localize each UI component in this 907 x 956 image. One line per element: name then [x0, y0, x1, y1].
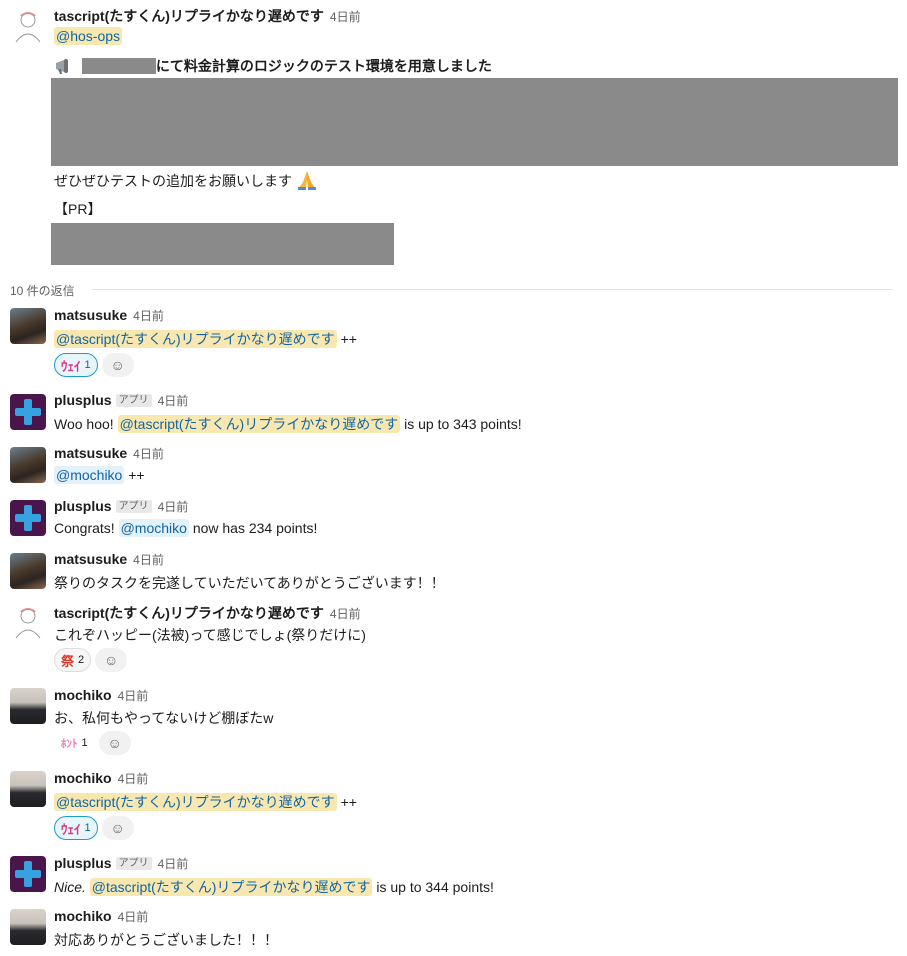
reaction[interactable]: ｳｪｲ 1	[54, 816, 98, 840]
avatar[interactable]	[10, 553, 46, 589]
avatar[interactable]	[10, 8, 46, 44]
add-reaction-button[interactable]: ☺	[101, 353, 134, 377]
message-text: 対応ありがとうございました！！！	[54, 932, 278, 948]
message-text: Woo hoo!	[54, 416, 114, 432]
pray-icon	[296, 170, 318, 190]
user-mention[interactable]: @mochiko	[118, 519, 189, 537]
avatar[interactable]	[10, 394, 46, 430]
timestamp[interactable]: 4日前	[158, 500, 189, 514]
app-badge: アプリ	[115, 394, 152, 407]
timestamp[interactable]: 4日前	[330, 607, 361, 621]
uei-emoji-icon: ｳｪｲ	[61, 821, 81, 837]
timestamp[interactable]: 4日前	[330, 10, 361, 24]
message-text: is up to 344 points!	[376, 879, 494, 895]
reaction-count: 1	[84, 359, 91, 371]
timestamp[interactable]: 4日前	[133, 553, 164, 567]
reaction-count: 1	[81, 737, 88, 749]
user-mention[interactable]: @tascript(たすくん)リプライかなり遅めです	[54, 330, 337, 348]
timestamp[interactable]: 4日前	[118, 910, 149, 924]
reaction[interactable]: ｳｪｲ 1	[54, 353, 98, 377]
plus-icon	[15, 505, 41, 531]
timestamp[interactable]: 4日前	[158, 857, 189, 871]
avatar[interactable]	[10, 308, 46, 344]
author-name[interactable]: mochiko	[54, 908, 112, 924]
request-text: ぜひぜひテストの追加をお願いします	[54, 173, 292, 189]
timestamp[interactable]: 4日前	[133, 447, 164, 461]
message-text: お、私何もやってないけど棚ぼたw	[54, 710, 274, 726]
user-mention[interactable]: @mochiko	[54, 466, 125, 484]
author-name[interactable]: matsusuke	[54, 551, 127, 567]
user-mention[interactable]: @hos-ops	[54, 27, 123, 45]
redacted-block	[81, 58, 156, 74]
redacted-block	[51, 223, 394, 265]
avatar[interactable]	[10, 500, 46, 536]
author-name[interactable]: tascript(たすくん)リプライかなり遅めです	[54, 8, 324, 24]
avatar[interactable]	[10, 771, 46, 807]
author-name[interactable]: plusplus	[54, 855, 112, 871]
message-text: Nice.	[54, 879, 86, 895]
reaction[interactable]: ﾎﾝﾄ 1	[54, 731, 95, 755]
author-name[interactable]: tascript(たすくん)リプライかなり遅めです	[54, 605, 324, 621]
author-name[interactable]: mochiko	[54, 770, 112, 786]
author-name[interactable]: matsusuke	[54, 445, 127, 461]
honto-emoji-icon: ﾎﾝﾄ	[61, 738, 78, 750]
add-emoji-icon: ☺	[110, 357, 125, 373]
divider	[92, 289, 893, 290]
timestamp[interactable]: 4日前	[133, 309, 164, 323]
avatar[interactable]	[10, 909, 46, 945]
redacted-block	[51, 78, 898, 166]
user-mention[interactable]: @tascript(たすくん)リプライかなり遅めです	[89, 878, 373, 896]
message-text: これぞハッピー(法被)って感じでしょ(祭りだけに)	[54, 627, 366, 643]
author-name[interactable]: mochiko	[54, 687, 112, 703]
plus-icon	[15, 861, 41, 887]
heading-text: にて料金計算のロジックのテスト環境を用意しました	[155, 58, 492, 74]
avatar[interactable]	[10, 856, 46, 892]
reaction-count: 2	[78, 654, 85, 666]
replies-count: 10 件の返信	[10, 284, 75, 298]
avatar[interactable]	[10, 688, 46, 724]
matsuri-emoji-icon: 祭	[61, 653, 75, 669]
author-name[interactable]: plusplus	[54, 392, 112, 408]
plus-icon	[15, 399, 41, 425]
uei-emoji-icon: ｳｪｲ	[61, 358, 81, 374]
megaphone-icon	[54, 57, 76, 75]
app-badge: アプリ	[115, 857, 152, 870]
message-text: now has 234 points!	[192, 520, 318, 536]
reaction[interactable]: 祭2	[54, 648, 92, 672]
pr-label: 【PR】	[54, 201, 102, 217]
add-emoji-icon: ☺	[103, 652, 119, 668]
reaction-count: 1	[84, 822, 91, 834]
timestamp[interactable]: 4日前	[158, 394, 189, 408]
message-text: ++	[340, 331, 357, 347]
avatar[interactable]	[10, 604, 46, 640]
avatar[interactable]	[10, 447, 46, 483]
add-reaction-button[interactable]: ☺	[101, 816, 134, 840]
author-name[interactable]: plusplus	[54, 498, 112, 514]
user-mention[interactable]: @tascript(たすくん)リプライかなり遅めです	[117, 415, 401, 433]
add-reaction-button[interactable]: ☺	[95, 648, 128, 672]
author-name[interactable]: matsusuke	[54, 307, 127, 323]
timestamp[interactable]: 4日前	[118, 689, 149, 703]
announcement-heading: にて料金計算のロジックのテスト環境を用意しました	[54, 56, 492, 78]
add-reaction-button[interactable]: ☺	[98, 731, 131, 755]
message-text: is up to 343 points!	[404, 416, 522, 432]
app-badge: アプリ	[115, 500, 152, 513]
add-emoji-icon: ☺	[110, 820, 125, 836]
add-emoji-icon: ☺	[107, 735, 122, 751]
user-mention[interactable]: @tascript(たすくん)リプライかなり遅めです	[54, 793, 337, 811]
timestamp[interactable]: 4日前	[118, 772, 149, 786]
message-text: 祭りのタスクを完遂していただいてありがとうございます！！	[54, 575, 445, 591]
message-text: Congrats!	[54, 520, 115, 536]
message-text: ++	[128, 467, 145, 483]
message-text: ++	[340, 794, 357, 810]
